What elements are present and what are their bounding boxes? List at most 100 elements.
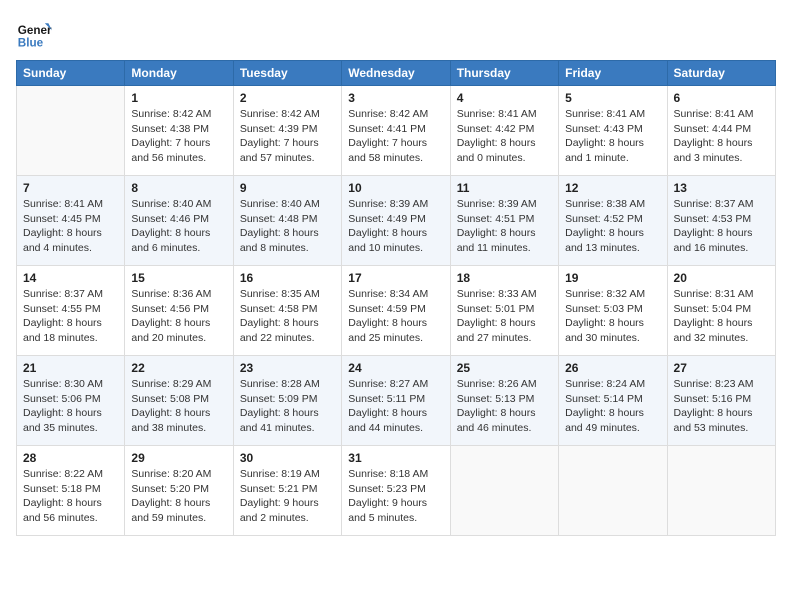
day-info: Sunrise: 8:20 AM Sunset: 5:20 PM Dayligh…: [131, 467, 226, 526]
svg-text:General: General: [18, 24, 52, 37]
day-number: 30: [240, 451, 335, 465]
day-number: 3: [348, 91, 443, 105]
calendar-cell: 5Sunrise: 8:41 AM Sunset: 4:43 PM Daylig…: [559, 86, 667, 176]
logo: General Blue: [16, 16, 52, 52]
calendar-cell: 12Sunrise: 8:38 AM Sunset: 4:52 PM Dayli…: [559, 176, 667, 266]
day-number: 27: [674, 361, 769, 375]
calendar-cell: 10 Sunrise: 8:39 AM Sunset: 4:49 PM Dayli…: [342, 176, 450, 266]
day-number: 14: [23, 271, 118, 285]
calendar-cell: 25Sunrise: 8:26 AM Sunset: 5:13 PM Dayli…: [450, 356, 558, 446]
day-number: 15: [131, 271, 226, 285]
day-info: Sunrise: 8:36 AM Sunset: 4:56 PM Dayligh…: [131, 287, 226, 346]
day-info: Sunrise: 8:29 AM Sunset: 5:08 PM Dayligh…: [131, 377, 226, 436]
day-number: 25: [457, 361, 552, 375]
day-number: 12: [565, 181, 660, 195]
day-info: Sunrise: 8:28 AM Sunset: 5:09 PM Dayligh…: [240, 377, 335, 436]
day-number: 21: [23, 361, 118, 375]
column-header-tuesday: Tuesday: [233, 61, 341, 86]
day-info: Sunrise: 8:24 AM Sunset: 5:14 PM Dayligh…: [565, 377, 660, 436]
calendar-cell: 20Sunrise: 8:31 AM Sunset: 5:04 PM Dayli…: [667, 266, 775, 356]
day-number: 11: [457, 181, 552, 195]
calendar-cell: 28 Sunrise: 8:22 AM Sunset: 5:18 PM Dayli…: [17, 446, 125, 536]
calendar-cell: 14 Sunrise: 8:37 AM Sunset: 4:55 PM Dayli…: [17, 266, 125, 356]
calendar-cell: 23 Sunrise: 8:28 AM Sunset: 5:09 PM Dayli…: [233, 356, 341, 446]
day-number: 23: [240, 361, 335, 375]
day-info: Sunrise: 8:39 AM Sunset: 4:49 PM Dayligh…: [348, 197, 443, 256]
day-number: 28: [23, 451, 118, 465]
svg-text:Blue: Blue: [18, 37, 44, 50]
calendar-cell: 2 Sunrise: 8:42 AM Sunset: 4:39 PM Daylig…: [233, 86, 341, 176]
calendar-cell: 21 Sunrise: 8:30 AM Sunset: 5:06 PM Dayli…: [17, 356, 125, 446]
header-row: SundayMondayTuesdayWednesdayThursdayFrid…: [17, 61, 776, 86]
day-number: 24: [348, 361, 443, 375]
day-number: 19: [565, 271, 660, 285]
day-number: 2: [240, 91, 335, 105]
calendar-cell: 29 Sunrise: 8:20 AM Sunset: 5:20 PM Dayli…: [125, 446, 233, 536]
column-header-thursday: Thursday: [450, 61, 558, 86]
column-header-saturday: Saturday: [667, 61, 775, 86]
column-header-sunday: Sunday: [17, 61, 125, 86]
calendar-cell: 11 Sunrise: 8:39 AM Sunset: 4:51 PM Dayli…: [450, 176, 558, 266]
day-number: 7: [23, 181, 118, 195]
day-info: Sunrise: 8:18 AM Sunset: 5:23 PM Dayligh…: [348, 467, 443, 526]
calendar-cell: 4 Sunrise: 8:41 AM Sunset: 4:42 PM Daylig…: [450, 86, 558, 176]
logo-icon: General Blue: [16, 16, 52, 52]
day-info: Sunrise: 8:35 AM Sunset: 4:58 PM Dayligh…: [240, 287, 335, 346]
calendar-cell: [667, 446, 775, 536]
day-number: 17: [348, 271, 443, 285]
calendar-cell: 13Sunrise: 8:37 AM Sunset: 4:53 PM Dayli…: [667, 176, 775, 266]
day-number: 16: [240, 271, 335, 285]
day-info: Sunrise: 8:42 AM Sunset: 4:39 PM Dayligh…: [240, 107, 335, 166]
calendar-cell: 16 Sunrise: 8:35 AM Sunset: 4:58 PM Dayli…: [233, 266, 341, 356]
calendar-cell: 8 Sunrise: 8:40 AM Sunset: 4:46 PM Daylig…: [125, 176, 233, 266]
calendar-table: SundayMondayTuesdayWednesdayThursdayFrid…: [16, 60, 776, 536]
week-row-1: 1 Sunrise: 8:42 AM Sunset: 4:38 PM Daylig…: [17, 86, 776, 176]
day-info: Sunrise: 8:41 AM Sunset: 4:45 PM Dayligh…: [23, 197, 118, 256]
calendar-cell: [17, 86, 125, 176]
calendar-cell: [450, 446, 558, 536]
calendar-cell: 7 Sunrise: 8:41 AM Sunset: 4:45 PM Daylig…: [17, 176, 125, 266]
day-number: 10: [348, 181, 443, 195]
calendar-cell: 15 Sunrise: 8:36 AM Sunset: 4:56 PM Dayli…: [125, 266, 233, 356]
day-info: Sunrise: 8:30 AM Sunset: 5:06 PM Dayligh…: [23, 377, 118, 436]
day-number: 22: [131, 361, 226, 375]
day-info: Sunrise: 8:34 AM Sunset: 4:59 PM Dayligh…: [348, 287, 443, 346]
day-number: 18: [457, 271, 552, 285]
column-header-wednesday: Wednesday: [342, 61, 450, 86]
day-number: 8: [131, 181, 226, 195]
calendar-cell: 30Sunrise: 8:19 AM Sunset: 5:21 PM Dayli…: [233, 446, 341, 536]
day-info: Sunrise: 8:39 AM Sunset: 4:51 PM Dayligh…: [457, 197, 552, 256]
day-info: Sunrise: 8:27 AM Sunset: 5:11 PM Dayligh…: [348, 377, 443, 436]
calendar-cell: 24 Sunrise: 8:27 AM Sunset: 5:11 PM Dayli…: [342, 356, 450, 446]
calendar-cell: [559, 446, 667, 536]
day-number: 9: [240, 181, 335, 195]
day-info: Sunrise: 8:42 AM Sunset: 4:38 PM Dayligh…: [131, 107, 226, 166]
column-header-friday: Friday: [559, 61, 667, 86]
week-row-3: 14 Sunrise: 8:37 AM Sunset: 4:55 PM Dayli…: [17, 266, 776, 356]
day-info: Sunrise: 8:37 AM Sunset: 4:53 PM Dayligh…: [674, 197, 769, 256]
calendar-cell: 3Sunrise: 8:42 AM Sunset: 4:41 PM Daylig…: [342, 86, 450, 176]
day-info: Sunrise: 8:41 AM Sunset: 4:42 PM Dayligh…: [457, 107, 552, 166]
day-info: Sunrise: 8:22 AM Sunset: 5:18 PM Dayligh…: [23, 467, 118, 526]
day-info: Sunrise: 8:40 AM Sunset: 4:46 PM Dayligh…: [131, 197, 226, 256]
week-row-5: 28 Sunrise: 8:22 AM Sunset: 5:18 PM Dayli…: [17, 446, 776, 536]
day-info: Sunrise: 8:32 AM Sunset: 5:03 PM Dayligh…: [565, 287, 660, 346]
day-number: 6: [674, 91, 769, 105]
day-info: Sunrise: 8:23 AM Sunset: 5:16 PM Dayligh…: [674, 377, 769, 436]
column-header-monday: Monday: [125, 61, 233, 86]
day-info: Sunrise: 8:41 AM Sunset: 4:44 PM Dayligh…: [674, 107, 769, 166]
day-number: 29: [131, 451, 226, 465]
calendar-cell: 17 Sunrise: 8:34 AM Sunset: 4:59 PM Dayli…: [342, 266, 450, 356]
calendar-cell: 18Sunrise: 8:33 AM Sunset: 5:01 PM Dayli…: [450, 266, 558, 356]
calendar-cell: 6 Sunrise: 8:41 AM Sunset: 4:44 PM Daylig…: [667, 86, 775, 176]
day-number: 4: [457, 91, 552, 105]
week-row-4: 21 Sunrise: 8:30 AM Sunset: 5:06 PM Dayli…: [17, 356, 776, 446]
day-number: 1: [131, 91, 226, 105]
day-number: 26: [565, 361, 660, 375]
day-number: 20: [674, 271, 769, 285]
day-info: Sunrise: 8:37 AM Sunset: 4:55 PM Dayligh…: [23, 287, 118, 346]
calendar-cell: 1 Sunrise: 8:42 AM Sunset: 4:38 PM Daylig…: [125, 86, 233, 176]
day-number: 31: [348, 451, 443, 465]
calendar-cell: 31 Sunrise: 8:18 AM Sunset: 5:23 PM Dayli…: [342, 446, 450, 536]
calendar-cell: 22 Sunrise: 8:29 AM Sunset: 5:08 PM Dayli…: [125, 356, 233, 446]
